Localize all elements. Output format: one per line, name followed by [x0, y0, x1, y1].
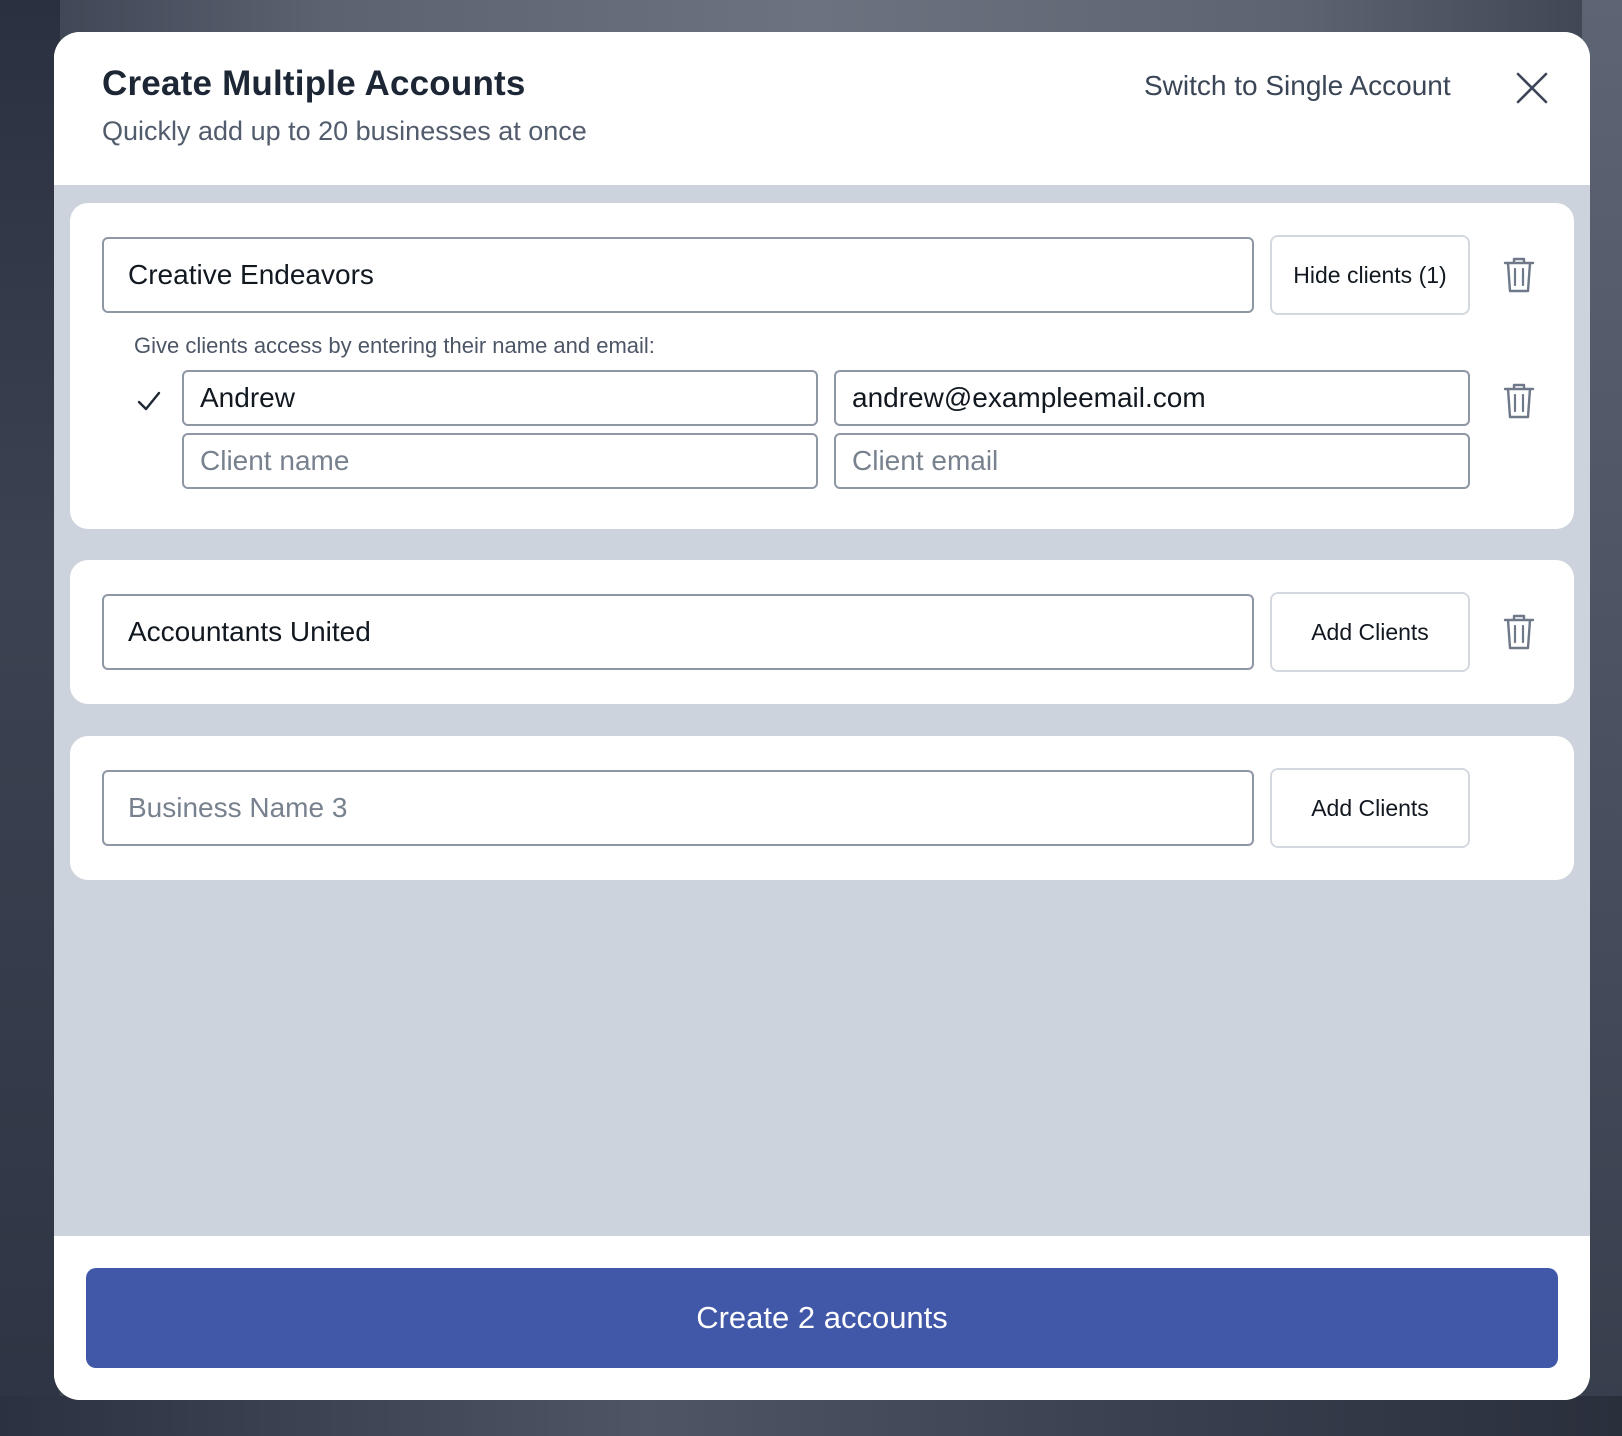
client-email-input-2[interactable]: [834, 433, 1470, 489]
business-name-input-2[interactable]: [102, 594, 1254, 670]
modal-subtitle: Quickly add up to 20 businesses at once: [102, 116, 587, 146]
modal-header: Create Multiple Accounts Quickly add up …: [54, 32, 1590, 185]
client-name-input-2[interactable]: [182, 433, 818, 489]
check-icon: [136, 388, 162, 414]
business-card-1: Hide clients (1) Give clients access by …: [70, 203, 1574, 529]
create-accounts-button[interactable]: Create 2 accounts: [86, 1268, 1558, 1368]
hide-clients-button[interactable]: Hide clients (1): [1270, 235, 1470, 315]
delete-business-1-button[interactable]: [1502, 255, 1536, 295]
modal-body: Hide clients (1) Give clients access by …: [54, 185, 1590, 1236]
delete-business-2-button[interactable]: [1502, 612, 1536, 652]
client-access-label: Give clients access by entering their na…: [134, 333, 655, 358]
client-email-input-1[interactable]: [834, 370, 1470, 426]
add-clients-button-2[interactable]: Add Clients: [1270, 592, 1470, 672]
modal-title: Create Multiple Accounts: [102, 64, 526, 103]
trash-icon: [1503, 614, 1535, 650]
client-name-input-1[interactable]: [182, 370, 818, 426]
switch-to-single-account-link[interactable]: Switch to Single Account: [1144, 70, 1451, 102]
backdrop-bottom: [0, 1396, 1622, 1436]
create-multiple-accounts-modal: Create Multiple Accounts Quickly add up …: [54, 32, 1590, 1400]
modal-footer: Create 2 accounts: [54, 1236, 1590, 1400]
trash-icon: [1503, 383, 1535, 419]
delete-client-1-button[interactable]: [1502, 381, 1536, 421]
business-card-2: Add Clients: [70, 560, 1574, 704]
close-button[interactable]: [1510, 66, 1554, 110]
trash-icon: [1503, 257, 1535, 293]
add-clients-button-3[interactable]: Add Clients: [1270, 768, 1470, 848]
backdrop-left: [0, 0, 60, 1436]
business-name-input-3[interactable]: [102, 770, 1254, 846]
close-icon: [1516, 72, 1548, 104]
business-card-3: Add Clients: [70, 736, 1574, 880]
business-name-input-1[interactable]: [102, 237, 1254, 313]
